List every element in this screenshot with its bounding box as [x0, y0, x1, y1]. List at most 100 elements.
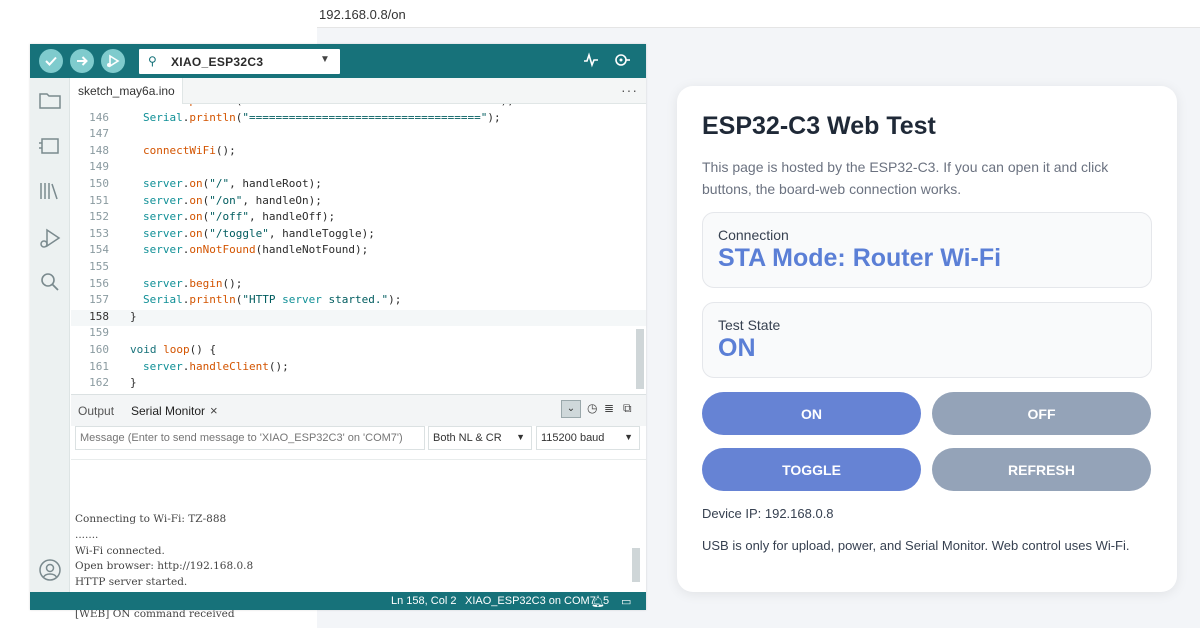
line-number: 156 [89, 276, 109, 290]
on-button[interactable]: ON [702, 392, 921, 435]
toggle-button[interactable]: TOGGLE [702, 448, 921, 491]
code-text: Serial.println("HTTP server started."); [143, 293, 402, 307]
editor-tab-bar: sketch_may6a.ino ··· [71, 78, 646, 104]
line-number: 145 [71, 104, 109, 107]
line-ending-select[interactable]: Both NL & CR ▼ [428, 426, 532, 450]
tab-serial-monitor[interactable]: Serial Monitor [131, 404, 205, 418]
code-text: void loop() { [130, 343, 217, 356]
monitor-line: ....... [75, 528, 99, 541]
checkmark-icon [45, 56, 57, 66]
serial-monitor-output[interactable]: Connecting to Wi-Fi: TZ-888....... Wi-Fi … [71, 459, 646, 620]
connection-box: Connection STA Mode: Router Wi-Fi [702, 212, 1152, 288]
library-icon[interactable] [38, 179, 62, 203]
notification-count[interactable]: 5 [603, 595, 609, 607]
refresh-button[interactable]: REFRESH [932, 448, 1151, 491]
code-text: Serial.println("========================… [143, 110, 501, 124]
line-number: 158 [89, 309, 109, 323]
debug-button[interactable] [101, 49, 125, 73]
code-line[interactable]: 160 void loop() { [71, 343, 646, 360]
search-icon[interactable] [38, 270, 62, 294]
autoscroll-toggle[interactable]: ⌄ [561, 400, 581, 418]
chevron-down-icon: ▼ [320, 54, 330, 65]
timestamp-icon[interactable]: ◷ [587, 401, 597, 415]
debug-icon[interactable] [38, 226, 62, 250]
monitor-line: Wi-Fi connected. [75, 544, 165, 557]
chevron-down-icon: ▼ [624, 432, 633, 442]
code-line[interactable]: 146 Serial.println("=====================… [71, 111, 646, 128]
code-text: server.handleClient(); [143, 359, 289, 373]
editor-scrollbar[interactable] [636, 329, 644, 389]
code-text: } [130, 376, 137, 390]
board-port-status[interactable]: XIAO_ESP32C3 on COM7 [465, 595, 596, 607]
code-line[interactable]: 152 server.on("/off", handleOff); [71, 210, 646, 227]
arduino-ide-window: ⚲ XIAO_ESP32C3 ▼ sketch_may6a.ino ··· 16… [30, 44, 646, 620]
code-line[interactable]: 156 server.begin(); [71, 277, 646, 294]
code-line[interactable]: 159 [71, 326, 646, 343]
code-line[interactable]: 157 Serial.println("HTTP server started."… [71, 293, 646, 310]
cursor-position[interactable]: Ln 158, Col 2 [391, 595, 456, 607]
bottom-panel-header: Output Serial Monitor × ⌄ ◷ ≣ ⧉ [71, 394, 646, 426]
folder-icon[interactable] [38, 88, 62, 112]
serial-monitor-icon[interactable] [613, 52, 631, 73]
usb-note: USB is only for upload, power, and Seria… [702, 538, 1130, 553]
web-test-card: ESP32-C3 Web Test This page is hosted by… [677, 86, 1177, 592]
code-line[interactable]: 148 connectWiFi(); [71, 144, 646, 161]
line-number: 148 [89, 143, 109, 157]
state-value: ON [718, 334, 756, 362]
more-options-icon[interactable]: ··· [621, 82, 638, 98]
code-line[interactable]: 154 server.onNotFound(handleNotFound); [71, 243, 646, 260]
code-line[interactable]: 158} [71, 309, 646, 327]
monitor-line: HTTP server started. [75, 576, 188, 589]
code-line[interactable]: 147 [71, 127, 646, 144]
baud-rate-select[interactable]: 115200 baud ▼ [536, 426, 640, 450]
serial-message-input[interactable] [75, 426, 425, 450]
code-editor[interactable]: 162} 161 server.handleClient(); 160 void loo… [71, 104, 646, 394]
copy-icon[interactable]: ⧉ [623, 401, 632, 416]
code-line[interactable]: 161 server.handleClient(); [71, 360, 646, 377]
tab-sketch[interactable]: sketch_may6a.ino [71, 78, 183, 104]
code-text: } [130, 309, 137, 323]
upload-button[interactable] [70, 49, 94, 73]
code-text: connectWiFi(); [143, 143, 236, 157]
profile-icon[interactable] [38, 558, 62, 582]
board-selector[interactable]: ⚲ XIAO_ESP32C3 ▼ [139, 49, 340, 74]
serial-plotter-icon[interactable] [583, 52, 599, 73]
page-description: This page is hosted by the ESP32-C3. If … [702, 159, 1109, 197]
code-line[interactable]: 151 server.on("/on", handleOn); [71, 194, 646, 211]
close-icon[interactable]: × [210, 403, 218, 418]
url-text[interactable]: 192.168.0.8/on [319, 7, 406, 22]
line-number: 159 [89, 326, 109, 340]
line-number: 161 [89, 359, 109, 373]
verify-button[interactable] [39, 49, 63, 73]
serial-input-row: Both NL & CR ▼ 115200 baud ▼ [71, 426, 646, 456]
line-number: 157 [89, 293, 109, 307]
monitor-line: Open browser: http://192.168.0.8 [75, 560, 254, 573]
line-number: 152 [89, 210, 109, 224]
line-number: 146 [89, 110, 109, 124]
code-line[interactable]: 145 Serial.println("No WebSocket. No NeoP… [71, 104, 646, 111]
monitor-scrollbar[interactable] [632, 548, 640, 582]
browser-address-bar[interactable]: 192.168.0.8/on [0, 0, 1200, 28]
code-line[interactable]: 150 server.on("/", handleRoot); [71, 177, 646, 194]
code-line[interactable]: 162} [71, 376, 646, 393]
monitor-line: Connecting to Wi-Fi: TZ-888 [75, 513, 227, 525]
off-button[interactable]: OFF [932, 392, 1151, 435]
line-number: 149 [89, 160, 109, 174]
code-line[interactable]: 155 [71, 260, 646, 277]
board-manager-icon[interactable] [38, 134, 62, 158]
ide-toolbar: ⚲ XIAO_ESP32C3 ▼ [30, 44, 646, 78]
tab-output[interactable]: Output [78, 404, 114, 418]
state-box: Test State ON [702, 302, 1152, 378]
code-text: server.onNotFound(handleNotFound); [143, 243, 369, 257]
code-line[interactable]: 153 server.on("/toggle", handleToggle); [71, 227, 646, 244]
line-number: 150 [89, 177, 109, 190]
page-title: ESP32-C3 Web Test [702, 112, 936, 140]
code-text: server.on("/off", handleOff); [143, 210, 336, 224]
connection-label: Connection [718, 227, 789, 243]
chevron-down-icon: ▼ [516, 432, 525, 442]
code-line[interactable]: 149 [71, 160, 646, 177]
list-icon[interactable]: ≣ [604, 401, 614, 415]
ide-sidebar [30, 78, 70, 592]
panel-toggle-icon[interactable]: ▭ [621, 595, 631, 608]
baud-rate-value: 115200 baud [541, 432, 605, 444]
